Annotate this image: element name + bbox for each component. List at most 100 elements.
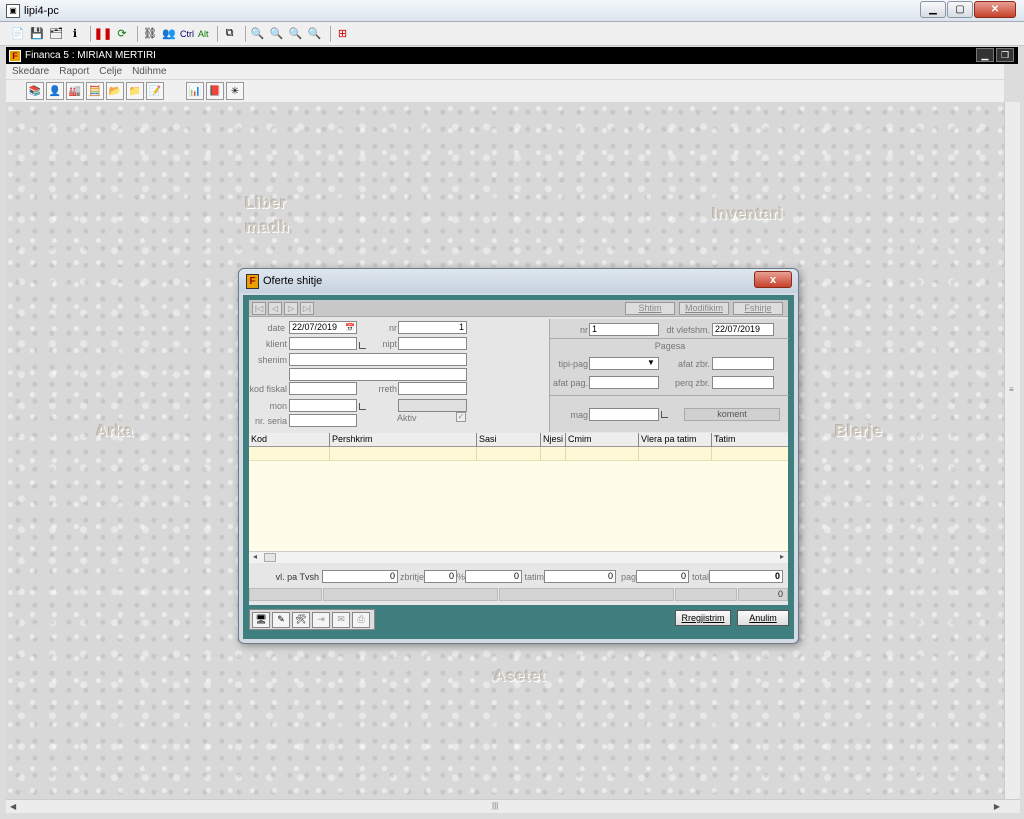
folder-icon[interactable]: 📁 [126,82,144,100]
module-asetet[interactable]: Asetet [494,665,546,689]
info-icon[interactable]: ℹ [67,26,83,42]
chevron-down-icon[interactable]: ▼ [647,358,655,367]
scroll-right-icon[interactable]: ▸ [780,552,784,561]
pause-icon[interactable]: ❚❚ [94,26,112,42]
zoom-reset-icon[interactable]: 🔍 [288,26,304,42]
afat-zbr-field[interactable] [712,357,774,370]
suppliers-icon[interactable]: 🏭 [66,82,84,100]
col-pershkrim[interactable]: Pershkrim [330,433,477,447]
grid-icon[interactable]: ⊞ [335,26,351,42]
col-kod[interactable]: Kod [249,433,330,447]
nr-field[interactable]: 1 [398,321,467,334]
zoom-out-icon[interactable]: 🔍 [269,26,285,42]
mon-field[interactable] [289,399,357,412]
menu-ndihme[interactable]: Ndihme [132,66,166,77]
rreth-field[interactable] [398,382,467,395]
save-icon[interactable]: 💾 [29,26,45,42]
scroll-right-icon[interactable]: ▶ [994,802,1000,811]
perq-zbr-field[interactable] [712,376,774,389]
properties-icon[interactable]: 🗂 [48,26,64,42]
tools-icon[interactable]: 🛠 [292,611,310,628]
koment-button[interactable]: koment [684,408,780,421]
module-inventari[interactable]: Inventari [712,203,783,227]
shtim-button[interactable]: Shtim [625,302,675,315]
fshirje-button[interactable]: Fshirje [733,302,783,315]
col-sasi[interactable]: Sasi [477,433,541,447]
child-minimize-button[interactable]: ▁ [976,48,994,62]
edit-icon[interactable]: ✎ [272,611,290,628]
dialog-close-button[interactable]: x [754,271,792,288]
cell-cmim[interactable] [566,447,639,461]
next-record-icon[interactable]: ▷ [284,302,298,315]
zbritje-field[interactable]: 0 [424,570,457,583]
table-row[interactable] [249,447,788,461]
calculator-icon[interactable]: 🧮 [86,82,104,100]
prev-record-icon[interactable]: ◁ [268,302,282,315]
col-vlera-pa-tatim[interactable]: Vlera pa tatim [639,433,712,447]
ctrl-key-button[interactable]: Ctrl [180,29,194,39]
calendar-icon[interactable]: 📅 [345,323,355,332]
zoom-in-icon[interactable]: 🔍 [250,26,266,42]
last-record-icon[interactable]: ▷| [300,302,314,315]
mon-lookup-icon[interactable] [359,403,366,410]
aktiv-checkbox[interactable]: ✓ [456,412,466,422]
col-njesi[interactable]: Njesi [541,433,566,447]
modifikim-button[interactable]: Modifikim [679,302,729,315]
right-nr-field[interactable]: 1 [589,323,659,336]
star-icon[interactable]: ✳ [226,82,244,100]
module-arka[interactable]: Arka [96,420,134,444]
mag-field[interactable] [589,408,659,421]
folder-open-icon[interactable]: 📂 [106,82,124,100]
menu-skedare[interactable]: Skedare [12,66,49,77]
afat-pag-field[interactable] [589,376,659,389]
klient-field[interactable] [289,337,357,350]
clients-icon[interactable]: 👤 [46,82,64,100]
books-icon[interactable]: 📚 [26,82,44,100]
new-icon[interactable]: 📄 [10,26,26,42]
col-cmim[interactable]: Cmim [566,433,639,447]
cell-sasi[interactable] [477,447,541,461]
percent-field[interactable]: 0 [465,570,522,583]
cell-kod[interactable] [249,447,330,461]
link-icon[interactable]: ⛓ [142,26,158,42]
module-liber-madh[interactable]: Liber madh [245,192,290,240]
menu-celje[interactable]: Celje [99,66,122,77]
minimize-button[interactable]: ▁ [920,1,946,18]
mag-lookup-icon[interactable] [661,411,668,418]
col-tatim[interactable]: Tatim [712,433,788,447]
nipt-field[interactable] [398,337,467,350]
report-icon[interactable]: 📊 [186,82,204,100]
shenim-field-1[interactable] [289,353,467,366]
screen-icon[interactable]: 🖥 [252,611,270,628]
first-record-icon[interactable]: |◁ [252,302,266,315]
scroll-thumb[interactable] [264,553,276,562]
dt-vlefshm-field[interactable]: 22/07/2019 [712,323,774,336]
shenim-field-2[interactable] [289,368,467,381]
horizontal-scrollbar[interactable]: ◀ ||| ▶ [6,799,1020,813]
scroll-left-icon[interactable]: ◂ [253,552,257,561]
child-restore-button[interactable]: ❐ [996,48,1014,62]
kod-fiskal-field[interactable] [289,382,357,395]
book-icon[interactable]: 📕 [206,82,224,100]
copy-icon[interactable]: ⧉ [222,26,238,42]
cell-njesi[interactable] [541,447,566,461]
cell-vlera-pa-tatim[interactable] [639,447,712,461]
close-button[interactable]: ✕ [974,1,1016,18]
export-icon[interactable]: ⇥ [312,611,330,628]
alt-key-button[interactable]: Alt [198,29,209,39]
scroll-left-icon[interactable]: ◀ [10,802,16,811]
nr-seria-field[interactable] [289,414,357,427]
cell-tatim[interactable] [712,447,788,461]
vertical-scrollbar[interactable]: ≡ [1004,102,1020,799]
rregjistrim-button[interactable]: Rregjistrim [675,610,731,626]
menu-raport[interactable]: Raport [59,66,89,77]
pag-field[interactable]: 0 [636,570,689,583]
mail-icon[interactable]: ✉ [332,611,350,628]
refresh-icon[interactable]: ⟳ [114,26,130,42]
document-icon[interactable]: 📝 [146,82,164,100]
zoom-fit-icon[interactable]: 🔍 [307,26,323,42]
maximize-button[interactable]: ▢ [947,1,973,18]
anulim-button[interactable]: Anulim [737,610,789,626]
print-icon[interactable]: ⎙ [352,611,370,628]
users-icon[interactable]: 👥 [161,26,177,42]
